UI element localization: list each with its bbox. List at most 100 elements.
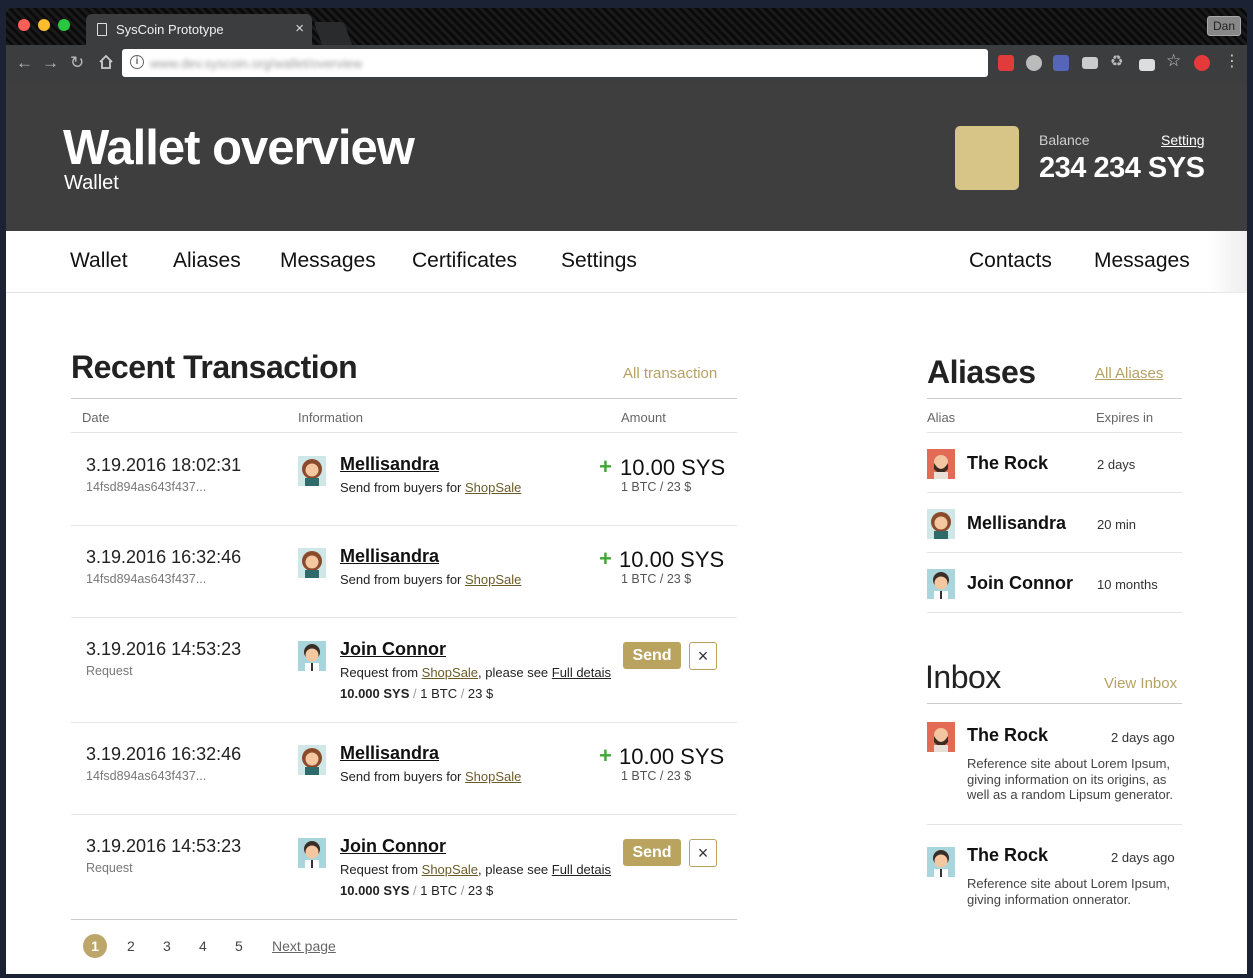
maximize-window-button[interactable] (58, 19, 70, 31)
forward-icon[interactable]: → (42, 53, 59, 73)
balance-label: Balance (1039, 132, 1090, 148)
connor-avatar-icon (298, 838, 326, 868)
tab-title: SysCoin Prototype (116, 22, 224, 37)
col-date: Date (82, 410, 110, 425)
divider (927, 824, 1182, 825)
decline-close-icon[interactable]: × (689, 642, 717, 670)
tx-date: 3.19.2016 18:02:31 (86, 455, 242, 475)
inbox-title: Inbox (925, 659, 1001, 695)
tx-description: Send from buyers for ShopSale (340, 480, 522, 495)
tx-date: 3.19.2016 16:32:46 (86, 547, 242, 567)
shopsale-link[interactable]: ShopSale (422, 665, 478, 680)
info-icon[interactable]: i (130, 55, 144, 69)
alias-expires: 10 months (1097, 577, 1158, 592)
extension-chart-icon[interactable] (1053, 55, 1069, 71)
tx-date: 3.19.2016 14:53:23 (86, 836, 242, 856)
all-aliases-link[interactable]: All Aliases (1095, 365, 1163, 382)
minimize-window-button[interactable] (38, 19, 50, 31)
all-transactions-link[interactable]: All transaction (623, 365, 717, 382)
alias-name[interactable]: Join Connor (967, 573, 1073, 594)
balance-value: 234 234 SYS (1039, 152, 1205, 184)
document-icon (97, 23, 107, 36)
back-icon[interactable]: ← (16, 53, 33, 73)
page-5-button[interactable]: 5 (235, 938, 243, 954)
divider (927, 703, 1182, 704)
divider (71, 919, 737, 920)
nav-settings[interactable]: Settings (561, 249, 637, 273)
alias-name[interactable]: The Rock (967, 453, 1048, 474)
view-inbox-link[interactable]: View Inbox (1104, 675, 1177, 692)
extension-off-icon[interactable] (1139, 59, 1155, 71)
tx-amount: 10.00 SYS (620, 455, 726, 480)
bookmark-star-icon[interactable]: ☆ (1166, 51, 1182, 70)
extension-shield-icon[interactable] (1194, 55, 1210, 71)
divider (71, 398, 737, 399)
message-time: 2 days ago (1111, 850, 1175, 865)
full-details-link[interactable]: Full detais (552, 665, 611, 680)
nav-certificates[interactable]: Certificates (412, 249, 517, 273)
extension-recycle-icon[interactable]: ♻ (1110, 52, 1126, 70)
menu-dots-icon[interactable]: ⋮ (1224, 51, 1240, 70)
page-3-button[interactable]: 3 (163, 938, 171, 954)
transactions-title: Recent Transaction (71, 349, 358, 385)
nav-messages-right[interactable]: Messages (1094, 249, 1190, 273)
decline-close-icon[interactable]: × (689, 839, 717, 867)
reload-icon[interactable]: ↻ (70, 53, 84, 73)
extension-comment-icon[interactable] (1082, 57, 1098, 69)
col-expires: Expires in (1096, 410, 1154, 425)
close-window-button[interactable] (18, 19, 30, 31)
tx-name-link[interactable]: Mellisandra (340, 454, 439, 475)
page-1-button[interactable]: 1 (83, 934, 107, 958)
extension-bulb-icon[interactable] (1026, 55, 1042, 71)
page-2-button[interactable]: 2 (127, 938, 135, 954)
nav-fade (1207, 231, 1247, 293)
nav-contacts[interactable]: Contacts (969, 249, 1052, 273)
mellisandra-avatar-icon (927, 509, 955, 539)
tx-type: Request (86, 861, 133, 875)
divider (927, 398, 1182, 399)
next-page-link[interactable]: Next page (272, 938, 336, 954)
new-tab-button[interactable] (313, 22, 353, 45)
col-information: Information (298, 410, 364, 425)
send-button[interactable]: Send (623, 642, 681, 669)
tx-name-link[interactable]: Join Connor (340, 639, 446, 660)
message-preview[interactable]: Reference site about Lorem Ipsum, giving… (967, 876, 1187, 907)
shopsale-link[interactable]: ShopSale (422, 862, 478, 877)
extension-lastpass-icon[interactable] (998, 55, 1014, 71)
divider (71, 617, 737, 618)
shopsale-link[interactable]: ShopSale (465, 572, 521, 587)
tx-hash: 14fsd894as643f437... (86, 480, 207, 494)
aliases-title: Aliases (927, 354, 1036, 390)
profile-button[interactable]: Dan (1206, 16, 1241, 36)
alias-expires: 20 min (1097, 517, 1137, 532)
full-details-link[interactable]: Full detais (552, 862, 611, 877)
nav-wallet[interactable]: Wallet (70, 249, 128, 273)
page-4-button[interactable]: 4 (199, 938, 207, 954)
alias-name[interactable]: Mellisandra (967, 513, 1066, 534)
divider (71, 814, 737, 815)
connor-avatar-icon (927, 847, 955, 877)
tx-amount-conversion: 1 BTC / 23 $ (621, 480, 692, 494)
browser-tab[interactable]: SysCoin Prototype × (86, 14, 312, 45)
tx-description: Send from buyers for ShopSale (340, 769, 522, 784)
message-preview[interactable]: Reference site about Lorem Ipsum, giving… (967, 756, 1187, 803)
user-avatar[interactable] (955, 126, 1019, 190)
tx-name-link[interactable]: Mellisandra (340, 546, 439, 567)
nav-aliases[interactable]: Aliases (173, 249, 241, 273)
shopsale-link[interactable]: ShopSale (465, 480, 521, 495)
address-bar[interactable]: i www.dev.syscoin.org/wallet/overview (122, 49, 988, 77)
divider (927, 432, 1182, 433)
tx-name-link[interactable]: Mellisandra (340, 743, 439, 764)
setting-link[interactable]: Setting (1161, 132, 1205, 148)
home-icon[interactable] (98, 54, 114, 75)
divider (927, 552, 1182, 553)
message-sender[interactable]: The Rock (967, 845, 1048, 866)
shopsale-link[interactable]: ShopSale (465, 769, 521, 784)
the-rock-avatar-icon (927, 449, 955, 479)
tx-name-link[interactable]: Join Connor (340, 836, 446, 857)
tab-close-icon[interactable]: × (295, 20, 304, 37)
alias-expires: 2 days (1097, 457, 1136, 472)
send-button[interactable]: Send (623, 839, 681, 866)
message-sender[interactable]: The Rock (967, 725, 1048, 746)
nav-messages[interactable]: Messages (280, 249, 376, 273)
